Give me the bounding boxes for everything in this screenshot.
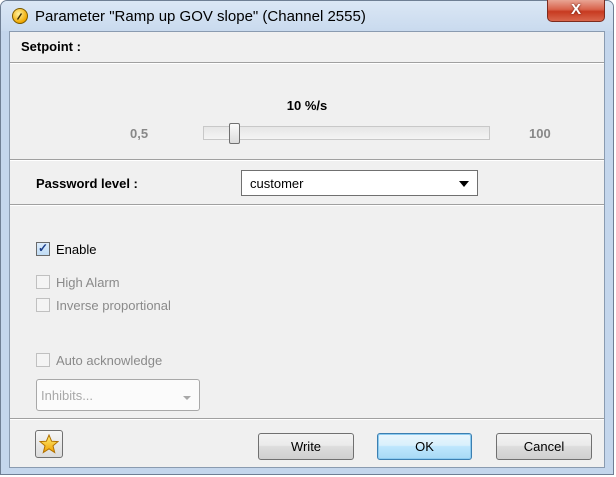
title-bar[interactable]: Parameter "Ramp up GOV slope" (Channel 2… (1, 0, 613, 31)
slider-max-label: 100 (529, 126, 551, 141)
parameter-dialog: Parameter "Ramp up GOV slope" (Channel 2… (0, 0, 614, 475)
setpoint-slider-thumb[interactable] (229, 123, 241, 144)
parameter-icon (12, 8, 28, 24)
auto-acknowledge-checkbox[interactable] (36, 353, 50, 367)
window-title: Parameter "Ramp up GOV slope" (Channel 2… (35, 8, 366, 25)
favorite-button[interactable] (35, 430, 63, 458)
password-level-value: customer (250, 176, 304, 191)
slider-min-label: 0,5 (130, 126, 149, 141)
password-level-label: Password level : (36, 176, 138, 191)
setpoint-slider-track[interactable] (203, 126, 490, 140)
ok-button[interactable]: OK (377, 433, 472, 460)
divider (10, 159, 604, 161)
star-icon (39, 434, 59, 454)
checkmark-icon: ✓ (38, 241, 49, 255)
high-alarm-checkbox[interactable] (36, 275, 50, 289)
enable-checkbox[interactable]: ✓ (36, 241, 50, 256)
inverse-proportional-label: Inverse proportional (56, 298, 171, 313)
inhibits-placeholder: Inhibits... (41, 388, 94, 403)
enable-label: Enable (56, 242, 97, 257)
inverse-proportional-checkbox[interactable] (36, 298, 50, 312)
write-button[interactable]: Write (258, 433, 354, 460)
dialog-content: Setpoint : 10 %/s 0,5 100 Password level… (9, 31, 605, 468)
setpoint-value: 10 %/s (286, 98, 328, 113)
close-icon: X (570, 1, 581, 18)
divider (10, 204, 604, 206)
divider (10, 62, 604, 64)
setpoint-label: Setpoint : (21, 39, 81, 54)
auto-acknowledge-label: Auto acknowledge (56, 353, 163, 368)
divider (10, 418, 604, 420)
inhibits-select[interactable]: Inhibits... (36, 379, 200, 411)
chevron-down-icon (459, 181, 469, 187)
password-level-select[interactable]: customer (241, 170, 478, 196)
cancel-button[interactable]: Cancel (496, 433, 592, 460)
high-alarm-label: High Alarm (56, 275, 120, 290)
close-button[interactable]: X (547, 0, 605, 22)
chevron-down-icon (183, 396, 191, 400)
